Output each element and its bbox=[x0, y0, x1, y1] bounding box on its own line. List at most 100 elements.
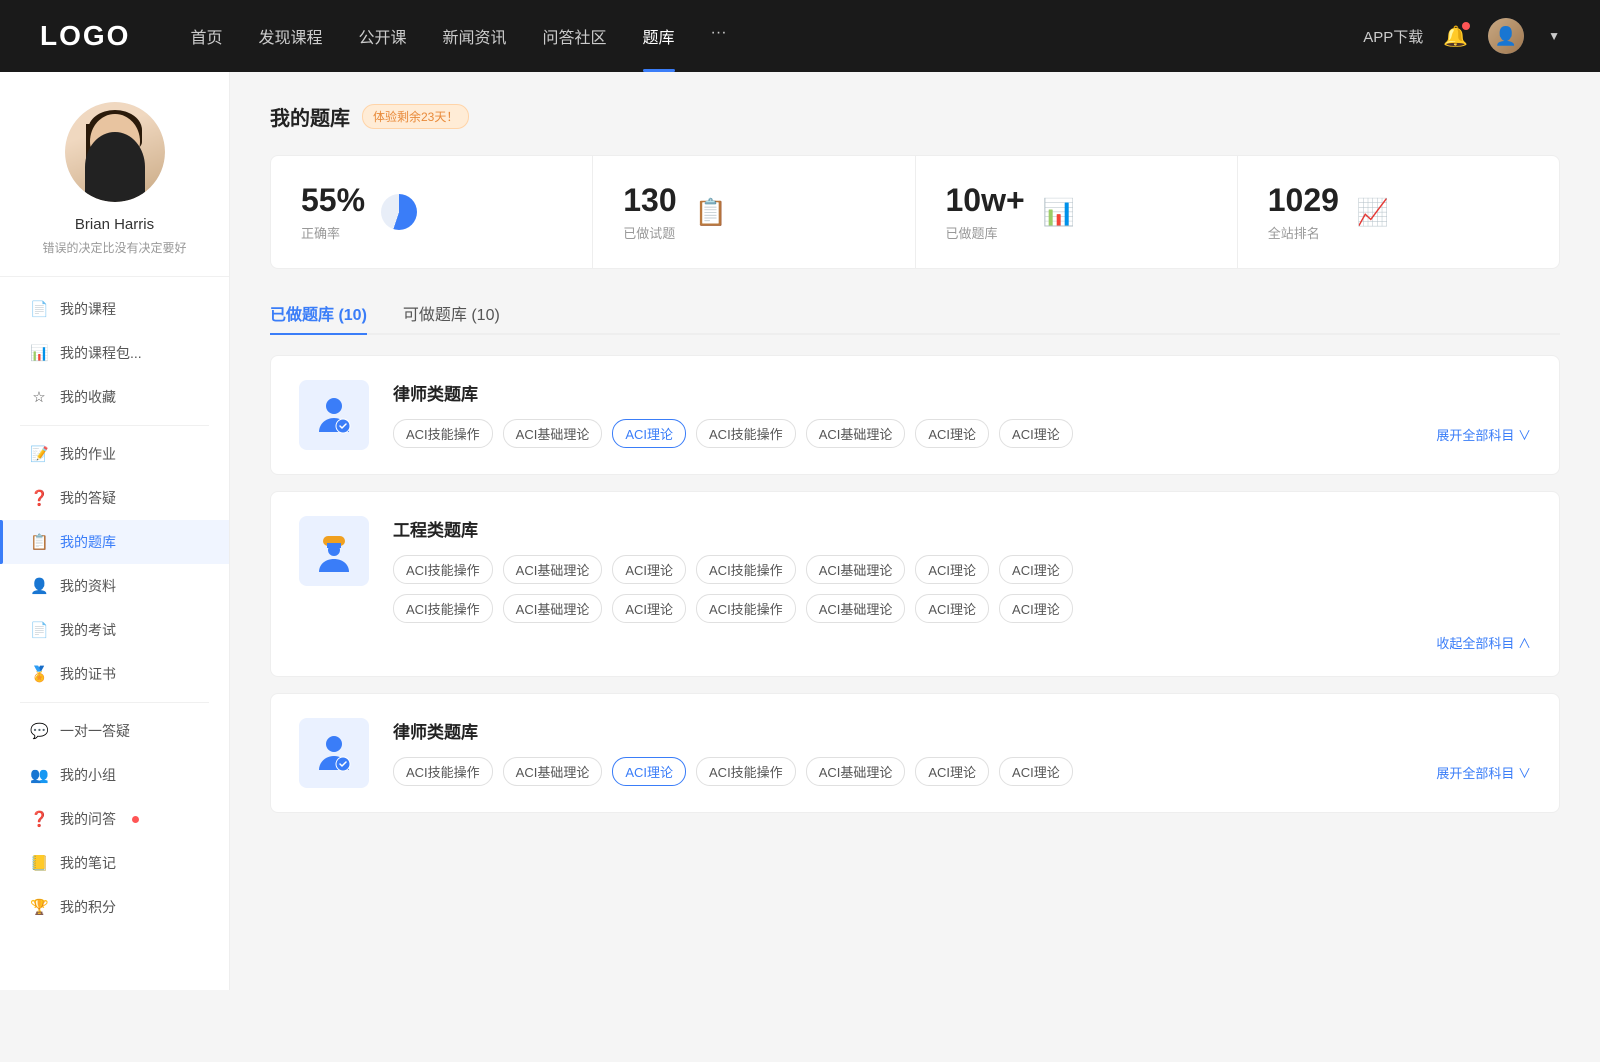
stat-value: 130 bbox=[623, 182, 676, 219]
sidebar-item-one-on-one[interactable]: 💬 一对一答疑 bbox=[0, 709, 229, 753]
avatar-chevron-icon[interactable]: ▼ bbox=[1548, 29, 1560, 43]
sidebar-item-homework[interactable]: 📝 我的作业 bbox=[0, 432, 229, 476]
notification-badge bbox=[132, 816, 139, 823]
profile-icon: 👤 bbox=[30, 577, 48, 595]
nav-link-more[interactable]: ··· bbox=[711, 24, 727, 48]
sidebar-divider-2 bbox=[20, 702, 209, 703]
tag-active[interactable]: ACI理论 bbox=[612, 419, 686, 448]
collapse-link[interactable]: 收起全部科目 ∧ bbox=[393, 633, 1531, 652]
qbank-card-lawyer-1: 律师类题库 ACI技能操作 ACI基础理论 ACI理论 ACI技能操作 ACI基… bbox=[270, 355, 1560, 475]
sidebar-item-label: 我的证书 bbox=[60, 664, 116, 684]
sidebar-item-label: 我的问答 bbox=[60, 809, 116, 829]
exam-icon: 📄 bbox=[30, 621, 48, 639]
notification-dot bbox=[1462, 22, 1470, 30]
notes-icon: 📒 bbox=[30, 854, 48, 872]
tag[interactable]: ACI理论 bbox=[915, 757, 989, 786]
tabs-row: 已做题库 (10) 可做题库 (10) bbox=[270, 293, 1560, 335]
nav-link-open[interactable]: 公开课 bbox=[358, 24, 406, 48]
user-avatar[interactable]: 👤 bbox=[1488, 18, 1524, 54]
sidebar-item-profile[interactable]: 👤 我的资料 bbox=[0, 564, 229, 608]
tag[interactable]: ACI基础理论 bbox=[806, 757, 906, 786]
tag[interactable]: ACI基础理论 bbox=[503, 419, 603, 448]
sidebar-item-group[interactable]: 👥 我的小组 bbox=[0, 753, 229, 797]
sidebar-username: Brian Harris bbox=[75, 216, 154, 233]
sidebar-profile: Brian Harris 错误的决定比没有决定要好 bbox=[0, 72, 229, 277]
tag[interactable]: ACI理论 bbox=[999, 419, 1073, 448]
tag[interactable]: ACI技能操作 bbox=[696, 555, 796, 584]
stat-rank: 1029 全站排名 📈 bbox=[1238, 156, 1559, 268]
qbank-icon-wrap bbox=[299, 516, 369, 586]
sidebar-item-label: 我的题库 bbox=[60, 532, 116, 552]
tag[interactable]: ACI理论 bbox=[915, 419, 989, 448]
qbank-icon: 📋 bbox=[30, 533, 48, 551]
notification-bell[interactable]: 🔔 bbox=[1443, 24, 1468, 49]
sidebar-item-label: 我的资料 bbox=[60, 576, 116, 596]
tag[interactable]: ACI技能操作 bbox=[696, 757, 796, 786]
done-banks-icon: 📊 bbox=[1041, 194, 1077, 230]
sidebar-item-notes[interactable]: 📒 我的笔记 bbox=[0, 841, 229, 885]
homework-icon: 📝 bbox=[30, 445, 48, 463]
sidebar-item-course-package[interactable]: 📊 我的课程包... bbox=[0, 331, 229, 375]
sidebar-item-label: 我的课程 bbox=[60, 299, 116, 319]
nav-link-home[interactable]: 首页 bbox=[190, 24, 222, 48]
expand-link-3[interactable]: 展开全部科目 ∨ bbox=[1436, 761, 1531, 782]
sidebar-item-label: 我的小组 bbox=[60, 765, 116, 785]
tag[interactable]: ACI基础理论 bbox=[806, 419, 906, 448]
tag[interactable]: ACI理论 bbox=[915, 594, 989, 623]
one-on-one-icon: 💬 bbox=[30, 722, 48, 740]
tag[interactable]: ACI技能操作 bbox=[696, 594, 796, 623]
tag[interactable]: ACI理论 bbox=[999, 757, 1073, 786]
nav-link-qa[interactable]: 问答社区 bbox=[543, 24, 607, 48]
tag[interactable]: ACI基础理论 bbox=[503, 757, 603, 786]
tab-done-banks[interactable]: 已做题库 (10) bbox=[270, 293, 367, 333]
tag[interactable]: ACI基础理论 bbox=[503, 555, 603, 584]
app-download-button[interactable]: APP下载 bbox=[1363, 26, 1423, 47]
tag[interactable]: ACI技能操作 bbox=[393, 594, 493, 623]
tags-row-1: ACI技能操作 ACI基础理论 ACI理论 ACI技能操作 ACI基础理论 AC… bbox=[393, 555, 1531, 584]
tag[interactable]: ACI理论 bbox=[999, 594, 1073, 623]
engineer-icon bbox=[311, 528, 357, 574]
tag[interactable]: ACI技能操作 bbox=[393, 555, 493, 584]
list-blue-icon: 📋 bbox=[694, 197, 726, 228]
points-icon: 🏆 bbox=[30, 898, 48, 916]
nav-link-discover[interactable]: 发现课程 bbox=[258, 24, 322, 48]
qbank-title: 律师类题库 bbox=[393, 380, 1531, 405]
tag[interactable]: ACI技能操作 bbox=[393, 757, 493, 786]
stat-done-banks: 10w+ 已做题库 📊 bbox=[916, 156, 1238, 268]
tag[interactable]: ACI基础理论 bbox=[806, 555, 906, 584]
nav-link-news[interactable]: 新闻资讯 bbox=[443, 24, 507, 48]
nav-logo: LOGO bbox=[40, 20, 130, 52]
tag[interactable]: ACI理论 bbox=[999, 555, 1073, 584]
sidebar: Brian Harris 错误的决定比没有决定要好 📄 我的课程 📊 我的课程包… bbox=[0, 72, 230, 990]
tag[interactable]: ACI基础理论 bbox=[806, 594, 906, 623]
page-title: 我的题库 bbox=[270, 102, 350, 131]
sidebar-item-my-courses[interactable]: 📄 我的课程 bbox=[0, 287, 229, 331]
tag[interactable]: ACI技能操作 bbox=[393, 419, 493, 448]
sidebar-item-points[interactable]: 🏆 我的积分 bbox=[0, 885, 229, 929]
qa-icon: ❓ bbox=[30, 489, 48, 507]
course-package-icon: 📊 bbox=[30, 344, 48, 362]
stat-label: 已做题库 bbox=[946, 223, 1025, 242]
tag[interactable]: ACI理论 bbox=[612, 594, 686, 623]
certificate-icon: 🏅 bbox=[30, 665, 48, 683]
favorites-icon: ☆ bbox=[30, 388, 48, 406]
qbank-info: 工程类题库 ACI技能操作 ACI基础理论 ACI理论 ACI技能操作 ACI基… bbox=[393, 516, 1531, 652]
sidebar-item-label: 我的答疑 bbox=[60, 488, 116, 508]
tab-available-banks[interactable]: 可做题库 (10) bbox=[403, 293, 500, 333]
sidebar-divider-1 bbox=[20, 425, 209, 426]
tag[interactable]: ACI理论 bbox=[612, 555, 686, 584]
group-icon: 👥 bbox=[30, 766, 48, 784]
tag[interactable]: ACI基础理论 bbox=[503, 594, 603, 623]
sidebar-item-my-qa[interactable]: ❓ 我的问答 bbox=[0, 797, 229, 841]
tag[interactable]: ACI理论 bbox=[915, 555, 989, 584]
sidebar-item-favorites[interactable]: ☆ 我的收藏 bbox=[0, 375, 229, 419]
tag-active[interactable]: ACI理论 bbox=[612, 757, 686, 786]
expand-link-1[interactable]: 展开全部科目 ∨ bbox=[1436, 423, 1531, 444]
stat-label: 全站排名 bbox=[1268, 223, 1339, 242]
sidebar-item-exam[interactable]: 📄 我的考试 bbox=[0, 608, 229, 652]
tag[interactable]: ACI技能操作 bbox=[696, 419, 796, 448]
sidebar-item-qa[interactable]: ❓ 我的答疑 bbox=[0, 476, 229, 520]
sidebar-item-certificate[interactable]: 🏅 我的证书 bbox=[0, 652, 229, 696]
sidebar-item-question-bank[interactable]: 📋 我的题库 bbox=[0, 520, 229, 564]
nav-link-quiz[interactable]: 题库 bbox=[643, 24, 675, 48]
